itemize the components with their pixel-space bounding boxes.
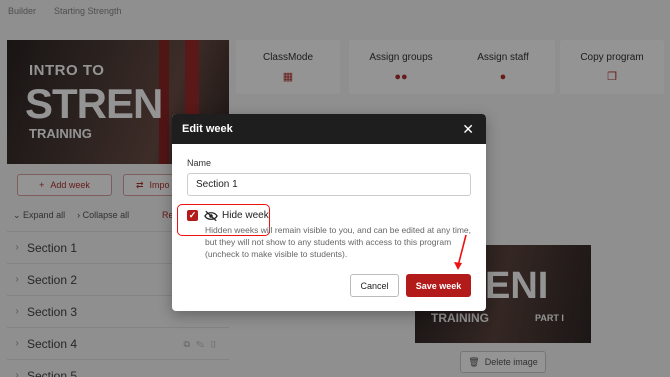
modal-title: Edit week (182, 123, 233, 135)
hide-week-help-text: Hidden weeks will remain visible to you,… (205, 225, 472, 259)
name-label: Name (187, 158, 212, 168)
close-icon[interactable]: ✕ (462, 122, 474, 136)
eye-slash-icon (204, 210, 218, 222)
hide-week-checkbox[interactable]: ✓ (187, 210, 198, 221)
modal-header: Edit week ✕ (172, 114, 486, 144)
edit-week-modal: Edit week ✕ Name ✓ Hide week Hidden week… (172, 114, 486, 311)
cancel-button[interactable]: Cancel (350, 274, 399, 297)
save-week-button[interactable]: Save week (406, 274, 471, 297)
name-input[interactable] (187, 173, 471, 196)
hide-week-label: Hide week (222, 210, 269, 221)
annotation-arrow-icon (454, 234, 467, 270)
